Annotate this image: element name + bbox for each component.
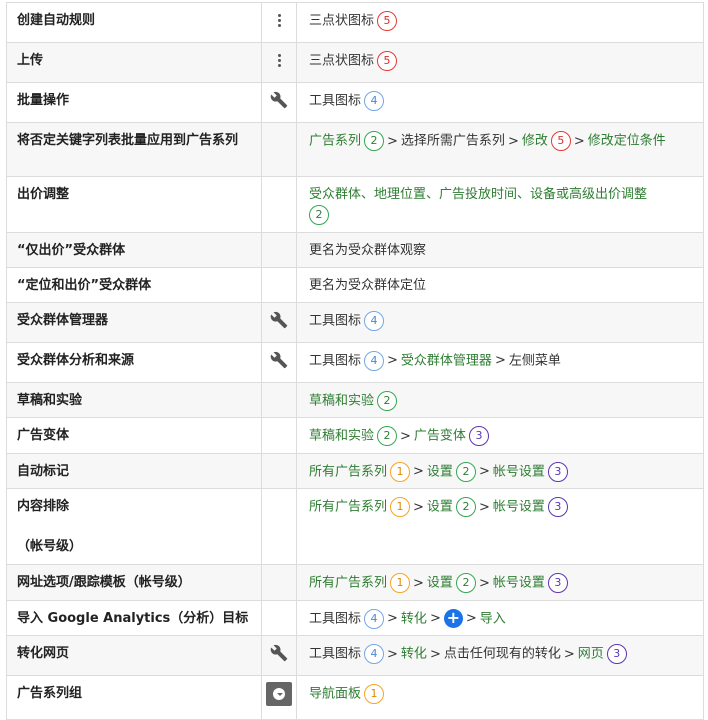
row-name: 受众群体分析和来源 (6, 341, 262, 383)
step-badge: 3 (606, 644, 627, 664)
step-badge: 3 (547, 573, 568, 593)
row-name: 内容排除 （帐号级） (6, 488, 262, 565)
table-row: “定位和出价”受众群体 更名为受众群体定位 (6, 266, 704, 303)
row-name: 创建自动规则 (6, 2, 262, 43)
row-name: 草稿和实验 (6, 381, 262, 418)
table-row: 广告系列组 导航面板 1 (6, 675, 704, 720)
table-row: 广告变体 草稿和实验 2 > 广告变体 3 (6, 417, 704, 454)
table-row: “仅出价”受众群体 更名为受众群体观察 (6, 231, 704, 268)
row-name: “定位和出价”受众群体 (6, 266, 262, 303)
table-row: 网址选项/跟踪模板（帐号级） 所有广告系列 1 > 设置 2 > 帐号设置 3 (6, 564, 704, 601)
table-row: 上传 三点状图标 5 (6, 42, 704, 83)
table-row: 导入 Google Analytics（分析）目标 工具图标 4 > 转化 > + > 导入 (6, 599, 704, 636)
wrench-icon (270, 91, 288, 109)
row-name: 将否定关键字列表批量应用到广告系列 (6, 122, 262, 177)
step-badge: 2 (309, 205, 329, 225)
row-name: 批量操作 (6, 82, 262, 123)
table-row: 将否定关键字列表批量应用到广告系列 广告系列 2 > 选择所需广告系列 > 修改 5 > 修改定… (6, 122, 704, 177)
step-badge: 2 (377, 426, 398, 446)
wrench-icon (270, 351, 288, 368)
step-badge: 1 (390, 497, 411, 517)
table-row: 草稿和实验 草稿和实验 2 (6, 381, 704, 418)
shortcut-table: 创建自动规则 三点状图标 5 上传 三点状图标 5 批量操作 工具图标 4 将否定关键… (6, 2, 704, 720)
row-name: 上传 (6, 42, 262, 83)
row-name: 转化网页 (6, 635, 262, 676)
row-name: 广告变体 (6, 417, 262, 454)
row-name: 导入 Google Analytics（分析）目标 (6, 599, 262, 636)
three-dots-icon (276, 54, 282, 69)
step-badge: 1 (364, 684, 385, 704)
row-name: 受众群体管理器 (6, 301, 262, 343)
row-name: 出价调整 (6, 176, 262, 233)
step-badge: 4 (364, 350, 385, 371)
table-row: 出价调整 受众群体、地理位置、广告投放时间、设备或高级出价调整 2 (6, 176, 704, 233)
step-badge: 5 (377, 11, 398, 31)
step-badge: 2 (377, 390, 398, 411)
row-name: 自动标记 (6, 452, 262, 489)
table-row: 受众群体分析和来源 工具图标 4 > 受众群体管理器 > 左侧菜单 (6, 341, 704, 383)
step-badge: 1 (390, 573, 411, 593)
plus-icon: + (443, 609, 463, 628)
table-row: 创建自动规则 三点状图标 5 (6, 2, 704, 43)
step-badge: 4 (364, 608, 385, 629)
step-badge: 2 (364, 131, 385, 151)
table-row: 受众群体管理器 工具图标 4 (6, 301, 704, 343)
step-badge: 2 (455, 497, 476, 517)
row-name: 广告系列组 (6, 675, 262, 720)
table-row: 转化网页 工具图标 4 > 转化 > 点击任何现有的转化 > 网页 3 (6, 635, 704, 676)
wrench-icon (270, 644, 288, 662)
step-badge: 3 (468, 426, 489, 446)
row-name: 网址选项/跟踪模板（帐号级） (6, 564, 262, 601)
step-badge: 4 (364, 644, 385, 664)
navigation-panel-icon (266, 682, 292, 706)
step-badge: 4 (364, 91, 385, 111)
step-badge: 5 (377, 51, 398, 71)
step-badge: 1 (390, 461, 411, 482)
three-dots-icon (276, 14, 282, 29)
table-row: 内容排除 （帐号级） 所有广告系列 1 > 设置 2 > 帐号设置 3 (6, 488, 704, 565)
step-badge: 4 (364, 310, 385, 331)
row-name: “仅出价”受众群体 (6, 231, 262, 268)
step-badge: 2 (455, 461, 476, 482)
step-badge: 5 (550, 131, 571, 151)
table-row: 批量操作 工具图标 4 (6, 82, 704, 123)
step-badge: 3 (547, 497, 568, 517)
step-badge: 2 (455, 573, 476, 593)
table-row: 自动标记 所有广告系列 1 > 设置 2 > 帐号设置 3 (6, 452, 704, 489)
wrench-icon (270, 311, 288, 328)
step-badge: 3 (547, 461, 568, 482)
